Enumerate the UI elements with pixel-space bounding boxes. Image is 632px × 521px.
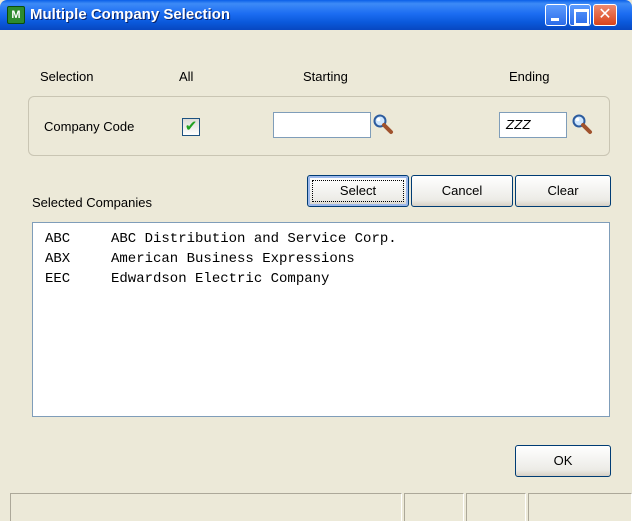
starting-header: Starting (303, 69, 348, 84)
minimize-icon (546, 5, 566, 25)
focus-rect (312, 180, 404, 202)
app-icon: M (7, 6, 25, 24)
selection-header: Selection (40, 69, 94, 84)
company-name: American Business Expressions (111, 251, 355, 267)
ok-button-label: OK (553, 453, 573, 468)
ending-lookup-icon[interactable] (571, 113, 593, 135)
ending-header: Ending (509, 69, 550, 84)
ending-company-code-input[interactable]: ZZZ (499, 112, 567, 138)
status-pane (10, 493, 402, 521)
all-header: All (179, 69, 194, 84)
title-bar[interactable]: M Multiple Company Selection ✕ (0, 0, 632, 30)
list-item[interactable]: ABC ABC Distribution and Service Corp. (45, 231, 397, 247)
select-button[interactable]: Select (307, 175, 409, 207)
selected-companies-label: Selected Companies (32, 195, 152, 210)
starting-company-code-input[interactable] (273, 112, 371, 138)
status-pane (528, 493, 632, 521)
close-button[interactable]: ✕ (593, 4, 617, 26)
status-pane (466, 493, 526, 521)
multiple-company-selection-window: M Multiple Company Selection ✕ Selection… (0, 0, 632, 521)
cancel-button[interactable]: Cancel (411, 175, 513, 207)
starting-lookup-icon[interactable] (372, 113, 394, 135)
clear-button[interactable]: Clear (515, 175, 611, 207)
cancel-button-label: Cancel (441, 183, 483, 198)
ok-button[interactable]: OK (515, 445, 611, 477)
maximize-icon (570, 5, 590, 25)
company-code: ABC (45, 231, 71, 247)
company-name: Edwardson Electric Company (111, 271, 330, 287)
checkmark-icon: ✔ (184, 118, 198, 135)
company-code: ABX (45, 251, 71, 267)
list-item[interactable]: EEC Edwardson Electric Company (45, 271, 329, 287)
company-code: EEC (45, 271, 71, 287)
close-icon: ✕ (598, 6, 612, 23)
selected-companies-list[interactable]: ABC ABC Distribution and Service Corp. AB… (32, 222, 610, 417)
all-checkbox[interactable]: ✔ (182, 118, 200, 136)
maximize-button[interactable] (569, 4, 591, 26)
clear-button-label: Clear (547, 183, 579, 198)
company-name: ABC Distribution and Service Corp. (111, 231, 397, 247)
window-title: Multiple Company Selection (30, 6, 231, 23)
status-pane (404, 493, 464, 521)
list-item[interactable]: ABX American Business Expressions (45, 251, 355, 267)
minimize-button[interactable] (545, 4, 567, 26)
status-bar (10, 493, 632, 521)
company-code-label: Company Code (44, 119, 135, 134)
